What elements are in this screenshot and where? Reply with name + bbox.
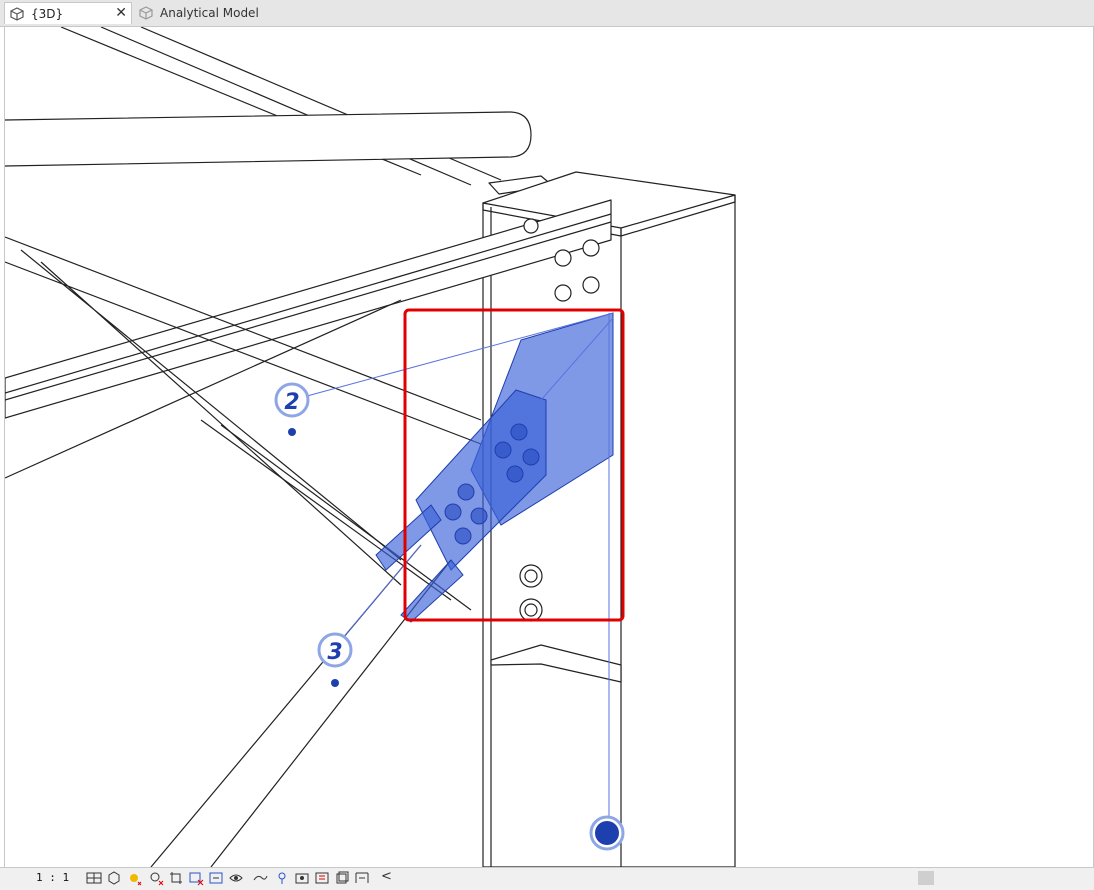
lock-3d-icon[interactable] — [252, 870, 268, 886]
tab-label: {3D} — [31, 6, 64, 21]
3d-view-icon — [139, 6, 153, 20]
3d-viewport[interactable]: 2 3 — [4, 27, 1094, 867]
horizontal-scrollbar-thumb[interactable] — [918, 871, 934, 885]
highlight-displacement-icon[interactable] — [294, 870, 310, 886]
tag-label-3: 3 — [327, 640, 342, 665]
design-options-icon[interactable] — [354, 870, 370, 886]
3d-view-icon — [10, 6, 24, 21]
visual-style-icon[interactable] — [106, 870, 122, 886]
chevron-left-icon[interactable]: < — [381, 869, 392, 884]
reveal-hidden-icon[interactable] — [228, 870, 244, 886]
analytical-model-icon[interactable] — [274, 870, 290, 886]
crop-view-icon[interactable] — [168, 870, 184, 886]
close-icon[interactable]: ✕ — [115, 5, 127, 21]
view-control-bar: 1 : 1 < — [0, 867, 1094, 890]
shadows-icon[interactable] — [148, 870, 164, 886]
show-crop-icon[interactable] — [188, 870, 204, 886]
workset-icon[interactable] — [334, 870, 350, 886]
tag-marker-2[interactable]: 2 — [274, 382, 310, 436]
model-drawing[interactable]: 2 3 — [5, 27, 1093, 867]
temporary-hide-icon[interactable] — [208, 870, 224, 886]
tab-3d-view[interactable]: {3D} ✕ — [4, 2, 132, 24]
reveal-constraints-icon[interactable] — [314, 870, 330, 886]
tab-label: Analytical Model — [160, 6, 259, 20]
sun-path-icon[interactable] — [126, 870, 142, 886]
tag-marker-3[interactable]: 3 — [317, 632, 353, 687]
round-tube — [5, 111, 532, 167]
view-tab-bar: {3D} ✕ Analytical Model — [0, 0, 1094, 27]
tab-analytical-model[interactable]: Analytical Model — [134, 2, 294, 24]
view-scale[interactable]: 1 : 1 — [36, 871, 69, 884]
grip-handle[interactable] — [589, 815, 625, 851]
detail-level-icon[interactable] — [86, 870, 102, 886]
tag-label-2: 2 — [284, 390, 299, 415]
